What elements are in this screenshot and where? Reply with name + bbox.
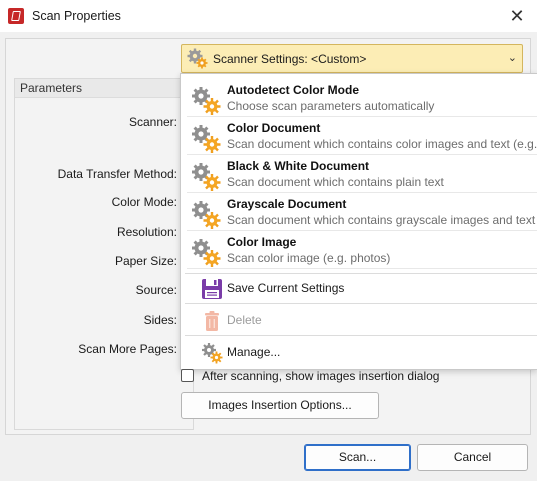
gear-icon <box>191 86 221 116</box>
gear-icon <box>191 124 221 154</box>
show-insertion-dialog-label: After scanning, show images insertion di… <box>202 369 440 383</box>
gear-icon <box>191 238 221 268</box>
color-mode-label: Color Mode: <box>111 195 177 209</box>
manage-item[interactable]: Manage... <box>187 339 537 365</box>
sides-label: Sides: <box>143 313 177 327</box>
data-transfer-label: Data Transfer Method: <box>57 167 177 181</box>
menu-separator <box>185 273 537 274</box>
preset-description: Choose scan parameters automatically <box>227 99 435 113</box>
save-current-settings-item[interactable]: Save Current Settings <box>187 275 537 301</box>
menu-separator <box>185 335 537 336</box>
close-icon[interactable]: ✕ <box>505 4 529 28</box>
preset-title: Grayscale Document <box>227 197 347 211</box>
preset-title: Black & White Document <box>227 159 370 173</box>
save-current-settings-label: Save Current Settings <box>227 281 345 295</box>
show-insertion-dialog-checkbox[interactable] <box>181 369 194 382</box>
preset-grayscale-document[interactable]: Grayscale Document Scan document which c… <box>187 194 537 231</box>
window-title: Scan Properties <box>32 9 121 23</box>
preset-description: Scan color image (e.g. photos) <box>227 251 391 265</box>
preset-black-white-document[interactable]: Black & White Document Scan document whi… <box>187 156 537 193</box>
preset-title: Color Image <box>227 235 297 249</box>
gear-icon <box>191 162 221 192</box>
preset-title: Autodetect Color Mode <box>227 83 359 97</box>
scan-more-pages-label: Scan More Pages: <box>78 342 177 356</box>
trash-icon <box>201 310 223 332</box>
preset-title: Color Document <box>227 121 321 135</box>
title-bar: Scan Properties ✕ <box>0 0 537 32</box>
scan-button[interactable]: Scan... <box>304 444 411 471</box>
chevron-down-icon: ⌄ <box>507 52 517 64</box>
preset-description: Scan document which contains grayscale i… <box>227 213 537 227</box>
delete-label: Delete <box>227 313 262 327</box>
save-disk-icon <box>201 278 223 300</box>
gear-icon <box>201 342 223 364</box>
cancel-button[interactable]: Cancel <box>417 444 528 471</box>
resolution-label: Resolution: <box>116 225 177 239</box>
gear-icon <box>187 48 209 70</box>
images-insertion-options-button[interactable]: Images Insertion Options... <box>181 392 379 419</box>
menu-separator <box>185 303 537 304</box>
preset-color-document[interactable]: Color Document Scan document which conta… <box>187 118 537 155</box>
preset-color-image[interactable]: Color Image Scan color image (e.g. photo… <box>187 232 537 269</box>
gear-icon <box>191 200 221 230</box>
delete-item[interactable]: Delete <box>187 307 537 333</box>
manage-label: Manage... <box>227 345 281 359</box>
scanner-label: Scanner: <box>128 115 177 129</box>
app-logo-icon <box>8 8 24 24</box>
scanner-settings-menu: Autodetect Color Mode Choose scan parame… <box>180 73 537 370</box>
source-label: Source: <box>135 283 177 297</box>
scanner-settings-dropdown[interactable]: Scanner Settings: <Custom> ⌄ <box>181 44 523 73</box>
paper-size-label: Paper Size: <box>114 254 177 268</box>
preset-autodetect-color-mode[interactable]: Autodetect Color Mode Choose scan parame… <box>187 80 537 117</box>
parameters-group-title: Parameters <box>20 81 83 95</box>
scanner-settings-label: Scanner Settings: <Custom> <box>213 52 367 66</box>
preset-description: Scan document which contains color image… <box>227 137 537 151</box>
preset-description: Scan document which contains plain text <box>227 175 444 189</box>
